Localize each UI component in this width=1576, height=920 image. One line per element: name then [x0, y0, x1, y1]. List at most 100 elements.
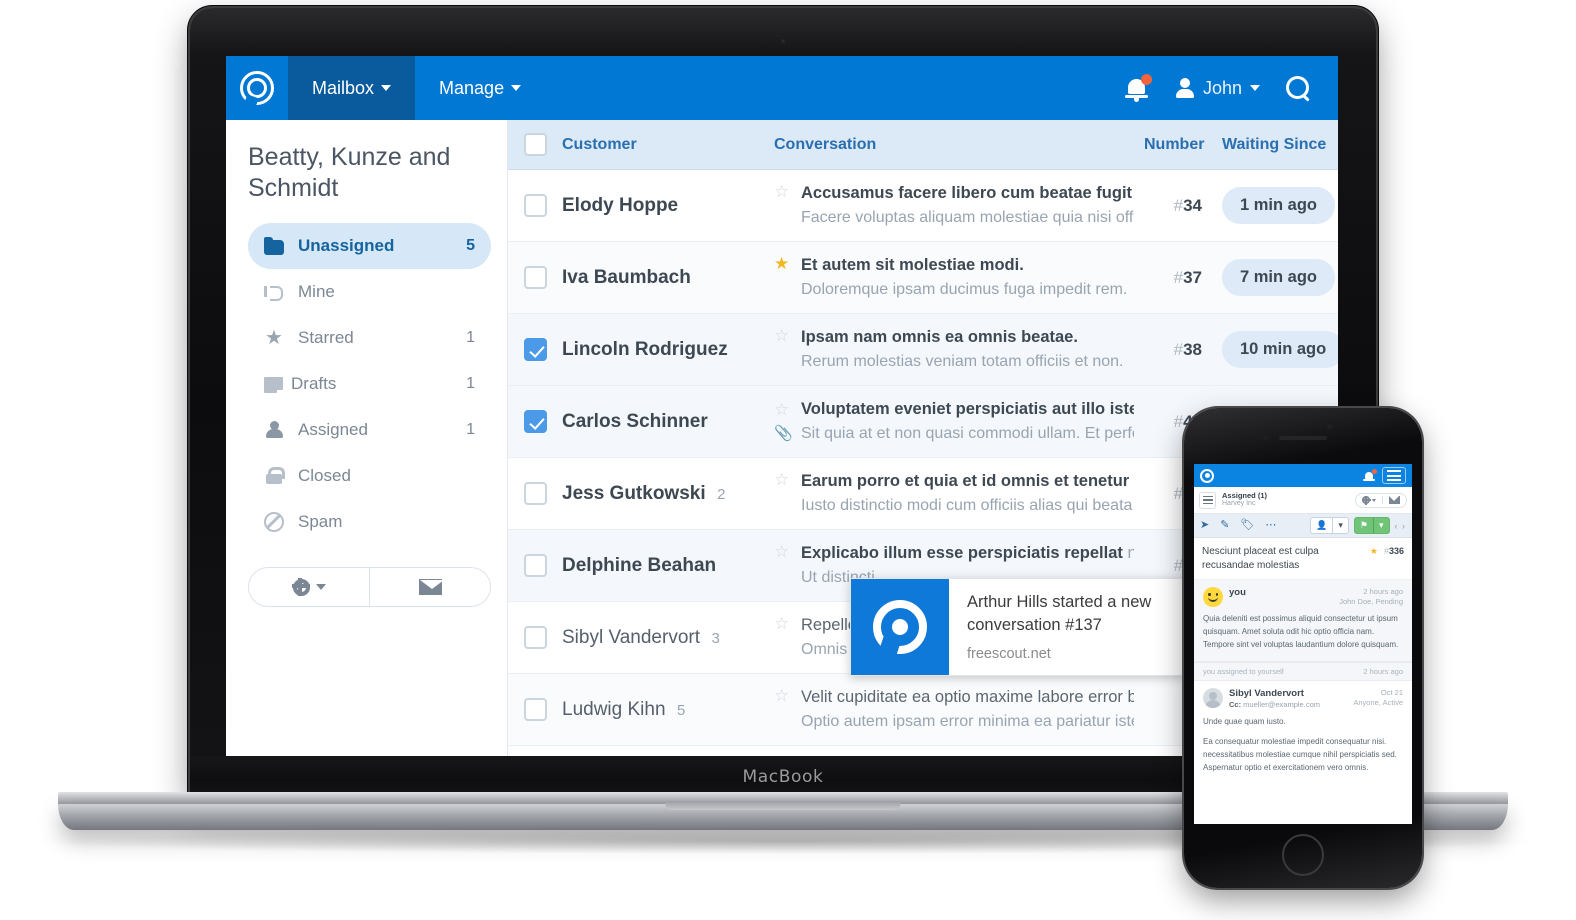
freescout-logo-icon[interactable]: [1200, 468, 1214, 483]
drafts-icon: [264, 377, 283, 393]
row-checkbox[interactable]: [523, 194, 547, 217]
message-meta: 2 hours ago John Doe, Pending: [1339, 587, 1403, 607]
chevron-down-icon: [315, 584, 326, 590]
column-header-number[interactable]: Number: [1144, 136, 1204, 154]
customer-name: Delphine Beahan: [562, 554, 717, 576]
bell-icon[interactable]: [1363, 468, 1377, 482]
conversation-preview: Optio autem ipsam error minima ea pariat…: [801, 712, 1134, 730]
conversation-text: Voluptatem eveniet perspiciatis aut illo…: [801, 397, 1134, 446]
search-icon[interactable]: [1286, 76, 1310, 100]
column-header-customer[interactable]: Customer: [562, 136, 774, 154]
sidebar-item-drafts[interactable]: Drafts 1: [248, 361, 491, 407]
mobile-folder-name: Assigned (1): [1222, 490, 1268, 500]
activity-text: you assigned to yourself: [1203, 666, 1284, 676]
screenshot-stage: Mailbox Manage John Beatty, Kunze and Sc…: [0, 0, 1576, 920]
ban-icon: [264, 512, 284, 532]
chevron-down-icon: ▾: [1372, 518, 1389, 533]
mobile-conversation-number: #336: [1383, 546, 1404, 556]
star-icon[interactable]: ☆: [774, 469, 792, 488]
status-dropdown[interactable]: ⚑ ▾: [1353, 517, 1390, 534]
tag-icon[interactable]: 🏷: [1240, 520, 1254, 531]
ellipsis-icon[interactable]: ⋯: [1265, 520, 1276, 531]
sidebar-settings-button[interactable]: [249, 568, 369, 606]
row-conversation: ★ Et autem sit molestiae modi. Doloremqu…: [774, 253, 1144, 302]
mobile-compose-button[interactable]: [1382, 496, 1406, 504]
nav-item-manage-label: Manage: [439, 77, 505, 98]
row-checkbox[interactable]: [523, 266, 547, 289]
row-number: #38: [1173, 339, 1202, 359]
mobile-thread: you 2 hours ago John Doe, Pending Quia d…: [1194, 579, 1412, 784]
nav-item-mailbox[interactable]: Mailbox: [288, 56, 416, 120]
row-conversation: ☆ Velit cupiditate ea optio maxime labor…: [774, 685, 1144, 734]
row-select-cell: [508, 266, 562, 289]
table-row[interactable]: Lincoln Rodriguez ☆ Ipsam nam omnis ea o…: [508, 314, 1338, 386]
assignee-dropdown[interactable]: 👤 ▾: [1310, 517, 1349, 534]
star-icon[interactable]: ★: [774, 253, 792, 272]
row-select-cell: [508, 194, 562, 217]
notifications-button[interactable]: [1124, 74, 1152, 102]
row-waiting: 7 min ago: [1202, 259, 1338, 296]
conversation-number: 37: [1183, 267, 1202, 287]
star-icon[interactable]: ☆: [774, 685, 792, 704]
user-menu-button[interactable]: John: [1175, 78, 1260, 99]
reply-arrow-icon[interactable]: ➤: [1200, 520, 1209, 531]
laptop-webcam-icon: [780, 38, 786, 44]
row-customer: Carlos Schinner: [562, 411, 774, 433]
nav-item-manage[interactable]: Manage: [415, 56, 545, 120]
conversation-number: 34: [1183, 195, 1202, 215]
row-checkbox[interactable]: [523, 554, 547, 577]
row-checkbox[interactable]: [523, 338, 547, 361]
conversation-subject: Et autem sit molestiae modi.: [801, 256, 1024, 275]
star-icon[interactable]: ☆: [774, 541, 792, 560]
sidebar-item-mine[interactable]: Mine: [248, 269, 491, 315]
select-all-checkbox[interactable]: [523, 133, 547, 156]
mobile-settings-button[interactable]: [1356, 496, 1382, 505]
column-header-waiting-since[interactable]: Waiting Since: [1202, 136, 1338, 154]
star-icon[interactable]: ★: [1370, 545, 1378, 557]
conversation-preview: Facere voluptas aliquam molestiae quia n…: [801, 208, 1134, 226]
row-checkbox[interactable]: [523, 698, 547, 721]
row-customer: Elody Hoppe: [562, 195, 774, 217]
sidebar-item-spam[interactable]: Spam: [248, 499, 491, 545]
page-title: Beatty, Kunze and Schmidt: [248, 143, 451, 202]
table-row[interactable]: Elody Hoppe ☆ Accusamus facere libero cu…: [508, 170, 1338, 242]
gear-icon: [1362, 496, 1371, 505]
conversation-subject: Explicabo illum esse perspiciatis repell…: [801, 544, 1134, 563]
row-customer: Jess Gutkowski 2: [562, 483, 774, 505]
star-icon[interactable]: ☆: [774, 181, 792, 200]
star-icon[interactable]: ☆: [774, 399, 792, 418]
sidebar-item-assigned[interactable]: Assigned 1: [248, 407, 491, 453]
thread-message[interactable]: Sibyl Vandervort Cc: mueller@example.com…: [1194, 680, 1412, 784]
row-checkbox[interactable]: [523, 410, 547, 433]
row-checkbox[interactable]: [523, 626, 547, 649]
sidebar-item-closed[interactable]: Closed: [248, 453, 491, 499]
row-checkbox[interactable]: [523, 482, 547, 505]
thread-message[interactable]: you 2 hours ago John Doe, Pending Quia d…: [1194, 580, 1412, 662]
row-waiting: 1 min ago: [1202, 187, 1338, 224]
table-row[interactable]: Iva Baumbach ★ Et autem sit molestiae mo…: [508, 242, 1338, 314]
conversation-subject: Velit cupiditate ea optio maxime labore …: [801, 688, 1134, 707]
star-icon[interactable]: ☆: [774, 325, 792, 344]
prev-next-nav[interactable]: ‹ ›: [1395, 521, 1407, 531]
star-icon[interactable]: ☆: [774, 613, 792, 632]
message-status: John Doe, Pending: [1339, 596, 1403, 606]
mobile-conversation-header: Nesciunt placeat est culpa recusandae mo…: [1194, 538, 1412, 580]
brand-logo[interactable]: [226, 56, 288, 120]
sidebar-item-unassigned[interactable]: Unassigned 5: [248, 223, 491, 269]
conversation-text: Et autem sit molestiae modi. Doloremque …: [801, 253, 1134, 302]
hamburger-menu-icon[interactable]: [1199, 491, 1216, 509]
sidebar-item-starred[interactable]: ★ Starred 1: [248, 315, 491, 361]
conversation-subject: Earum porro et quia et id omnis et tenet…: [801, 472, 1134, 491]
hamburger-menu-icon[interactable]: [1382, 467, 1406, 484]
conversation-subject: Voluptatem eveniet perspiciatis aut illo…: [801, 400, 1134, 419]
waiting-badge: 1 min ago: [1222, 187, 1336, 224]
message-author-block: Sibyl Vandervort Cc: mueller@example.com: [1229, 688, 1347, 710]
toast-title: Arthur Hills started a new conversation …: [967, 593, 1152, 635]
desktop-notification-toast[interactable]: Arthur Hills started a new conversation …: [850, 578, 1185, 676]
mobile-subnav-actions: [1355, 492, 1407, 508]
phone-home-button[interactable]: [1282, 834, 1324, 876]
star-icon: ★: [265, 327, 283, 349]
column-header-conversation[interactable]: Conversation: [774, 136, 1144, 154]
sidebar-compose-button[interactable]: [369, 568, 490, 606]
edit-note-icon[interactable]: ✎: [1220, 520, 1229, 531]
